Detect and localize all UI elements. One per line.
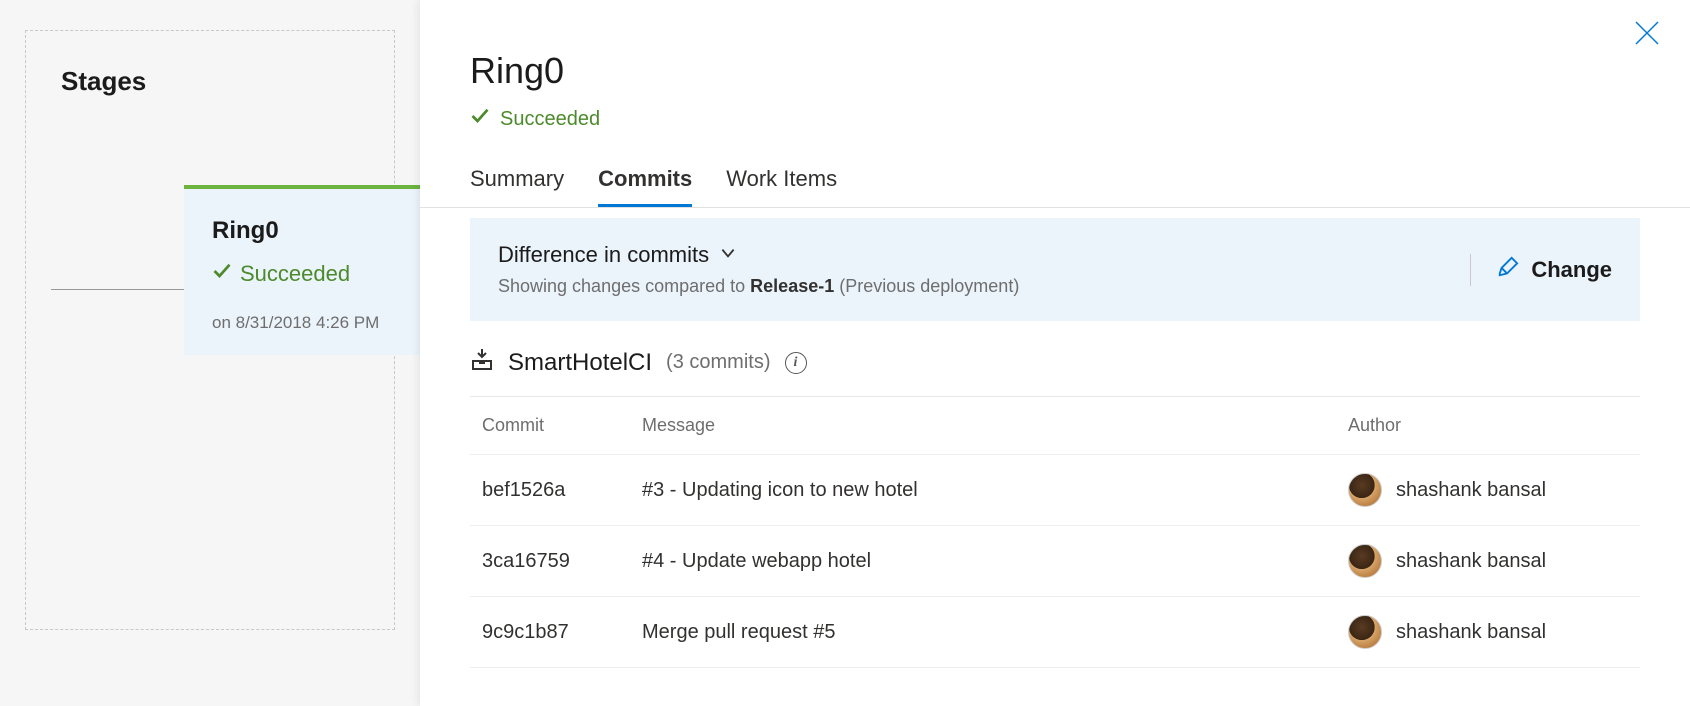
info-icon[interactable]: i [785, 352, 807, 374]
table-header: Commit Message Author [470, 397, 1640, 455]
stages-title: Stages [61, 66, 359, 97]
avatar [1348, 544, 1382, 578]
table-row[interactable]: bef1526a#3 - Updating icon to new hotel s… [470, 455, 1640, 526]
repo-name: SmartHotelCI [508, 349, 652, 377]
diff-banner: Difference in commits Showing changes co… [470, 218, 1640, 321]
header-author: Author [1348, 415, 1628, 436]
stage-status-label: Succeeded [240, 261, 350, 287]
detail-status-label: Succeeded [500, 108, 600, 131]
avatar [1348, 473, 1382, 507]
repo-header: SmartHotelCI (3 commits) i [420, 321, 1690, 396]
commit-message[interactable]: #4 - Update webapp hotel [642, 550, 1348, 573]
author-name: shashank bansal [1396, 550, 1546, 573]
commit-message[interactable]: Merge pull request #5 [642, 621, 1348, 644]
divider [1470, 254, 1471, 286]
diff-title-label: Difference in commits [498, 242, 709, 268]
diff-sub-suffix: (Previous deployment) [834, 276, 1019, 296]
stages-panel: Stages Ring0 Succeeded on 8/31/2018 4:26… [0, 0, 420, 706]
tab-summary[interactable]: Summary [470, 166, 564, 207]
stages-container: Stages Ring0 Succeeded on 8/31/2018 4:26… [25, 30, 395, 630]
avatar [1348, 615, 1382, 649]
table-row[interactable]: 9c9c1b87Merge pull request #5 shashank ba… [470, 597, 1640, 668]
chevron-down-icon [719, 242, 737, 268]
detail-header: Ring0 Succeeded [420, 0, 1690, 132]
header-commit: Commit [482, 415, 642, 436]
commit-hash[interactable]: 9c9c1b87 [482, 621, 642, 644]
commit-author: shashank bansal [1348, 473, 1628, 507]
author-name: shashank bansal [1396, 479, 1546, 502]
tabs: Summary Commits Work Items [420, 132, 1690, 208]
detail-panel: Ring0 Succeeded Summary Commits Work Ite… [420, 0, 1690, 706]
check-icon [212, 261, 232, 287]
commit-hash[interactable]: 3ca16759 [482, 550, 642, 573]
stage-name: Ring0 [212, 217, 446, 245]
diff-sub-release: Release-1 [750, 276, 834, 296]
commit-author: shashank bansal [1348, 544, 1628, 578]
commit-count: (3 commits) [666, 351, 770, 374]
stage-status: Succeeded [212, 261, 446, 287]
diff-subtitle: Showing changes compared to Release-1 (P… [498, 276, 1444, 297]
close-button[interactable] [1634, 20, 1660, 46]
header-message: Message [642, 415, 1348, 436]
stage-timestamp: on 8/31/2018 4:26 PM [212, 313, 446, 333]
artifact-icon [470, 347, 494, 378]
diff-sub-prefix: Showing changes compared to [498, 276, 750, 296]
diff-dropdown[interactable]: Difference in commits [498, 242, 1444, 268]
detail-status: Succeeded [470, 106, 1640, 132]
detail-title: Ring0 [470, 50, 1640, 92]
change-label: Change [1531, 257, 1612, 283]
commit-hash[interactable]: bef1526a [482, 479, 642, 502]
change-button[interactable]: Change [1497, 256, 1612, 284]
commit-message[interactable]: #3 - Updating icon to new hotel [642, 479, 1348, 502]
tab-workitems[interactable]: Work Items [726, 166, 837, 207]
author-name: shashank bansal [1396, 621, 1546, 644]
stage-connector [51, 289, 184, 290]
table-row[interactable]: 3ca16759#4 - Update webapp hotel shashank… [470, 526, 1640, 597]
tab-commits[interactable]: Commits [598, 166, 692, 207]
check-icon [470, 106, 490, 132]
commit-author: shashank bansal [1348, 615, 1628, 649]
pencil-icon [1497, 256, 1519, 284]
commits-table: Commit Message Author bef1526a#3 - Updat… [470, 397, 1640, 668]
